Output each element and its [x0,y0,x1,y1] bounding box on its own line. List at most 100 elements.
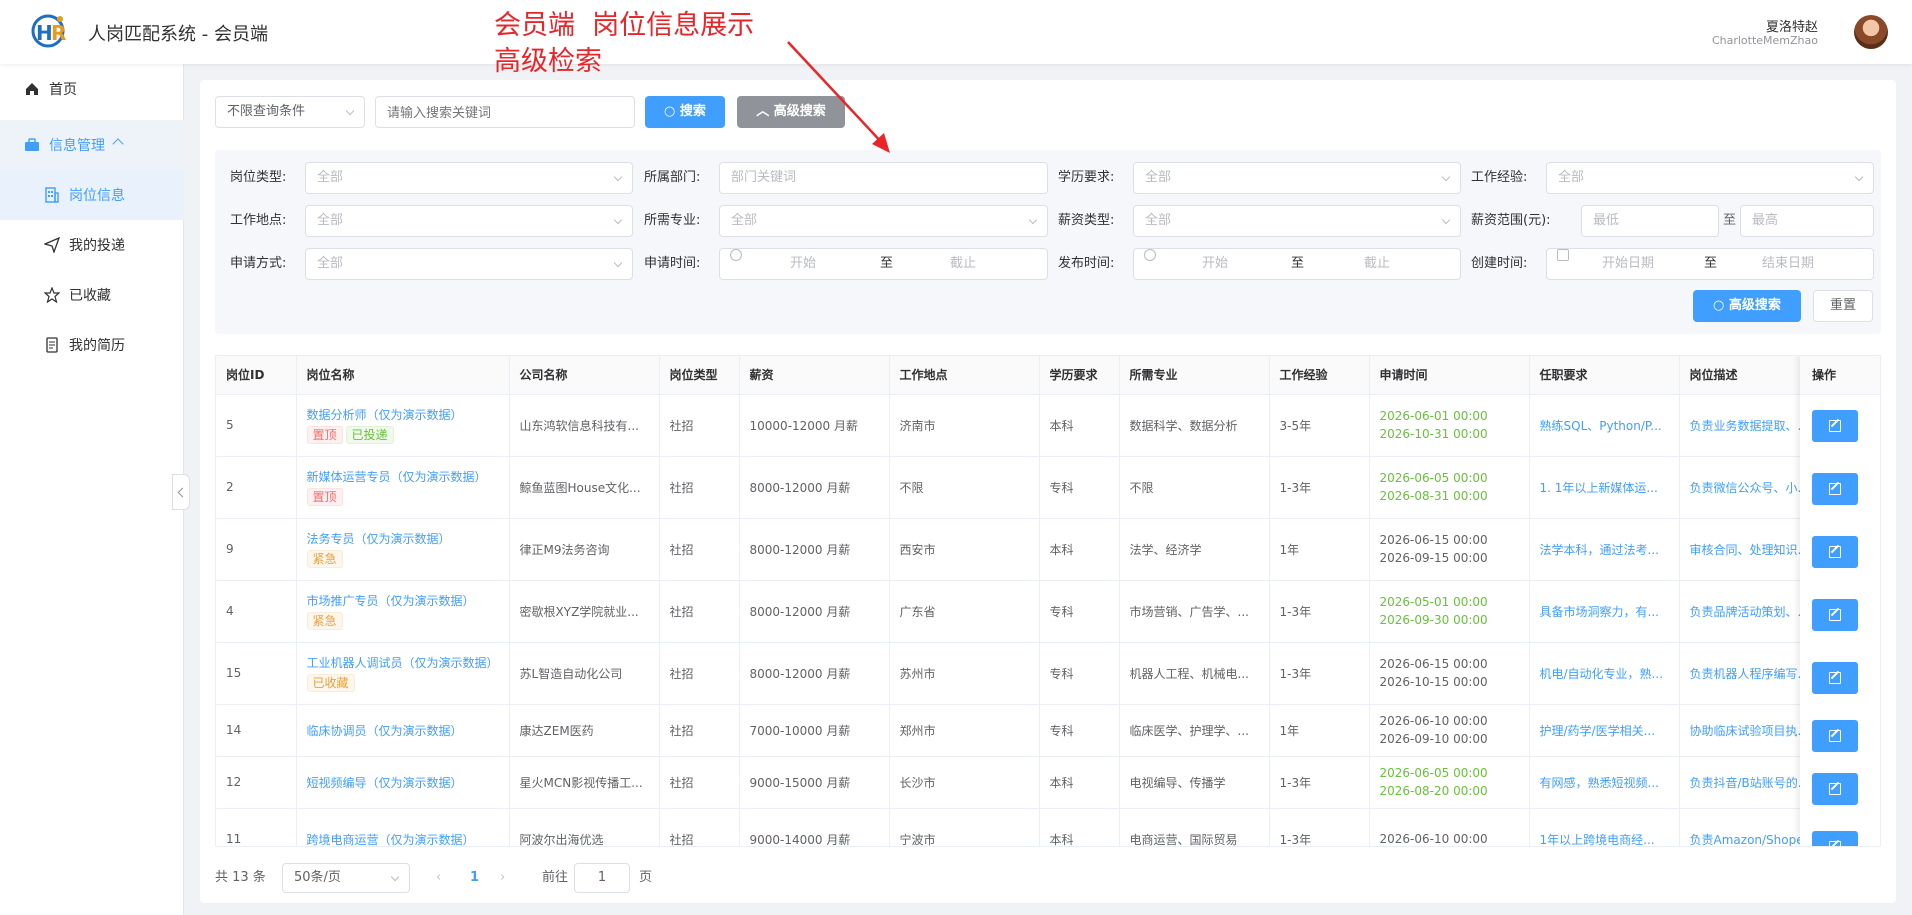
column-header: 学历要求 [1039,356,1120,395]
table-cell: 14 [216,704,297,757]
chevron-down-icon [345,106,355,116]
table-cell: 1-3年 [1269,456,1370,519]
app-title: 人岗匹配系统 - 会员端 [88,24,268,45]
goto-page-input[interactable]: 1 [574,863,630,893]
table-cell: 专科 [1039,704,1120,757]
edit-icon[interactable] [1812,599,1858,631]
table-row[interactable]: 14 临床协调员（仅为演示数据） 康达ZEM医药 社招 7000-10000 月薪 郑州市… [216,704,1827,757]
table-cell: 社招 [659,394,740,457]
department-input[interactable]: 部门关键词 [719,162,1048,194]
edit-icon[interactable] [1812,831,1858,846]
reset-button[interactable]: 重置 [1813,290,1873,322]
table-cell: 社招 [659,580,740,643]
status-badge: 置顶 [306,426,343,444]
salary-type-select[interactable]: 全部 [1133,205,1461,237]
next-page-icon[interactable]: › [500,863,505,893]
major-select[interactable]: 全部 [719,205,1048,237]
table-cell: 不限 [889,456,1040,519]
column-header: 岗位名称 [296,356,510,395]
job-name-link[interactable]: 短视频编导（仅为演示数据） [307,774,499,791]
table-row[interactable]: 11 跨境电商运营（仅为演示数据） 阿波尔出海优选 社招 9000-14000 月薪 宁波… [216,808,1827,847]
table-row[interactable]: 15 工业机器人调试员（仅为演示数据） 已收藏 苏L智造自动化公司 社招 8000-120… [216,642,1827,705]
job-type-select[interactable]: 全部 [305,162,633,194]
sidebar-collapse-button[interactable] [172,474,190,510]
user-account[interactable]: CharlotteMemZhao [1712,34,1818,47]
job-name-link[interactable]: 法务专员（仅为演示数据） [307,530,499,547]
job-name-link[interactable]: 跨境电商运营（仅为演示数据） [307,831,499,847]
job-name-link[interactable]: 工业机器人调试员（仅为演示数据） [307,654,499,671]
apply-method-select[interactable]: 全部 [305,248,633,280]
job-name-cell[interactable]: 新媒体运营专员（仅为演示数据） 置顶 [296,456,510,519]
table-cell: 星火MCN影视传播工... [509,756,660,809]
table-cell: 本科 [1039,394,1120,457]
prev-page-icon[interactable]: ‹ [436,863,441,893]
sidebar-group-info[interactable]: 信息管理 [0,120,184,170]
sidebar-item-favorites[interactable]: 已收藏 [0,270,184,320]
sidebar-item-home[interactable]: 首页 [0,64,184,114]
column-header: 公司名称 [509,356,660,395]
page-number-1[interactable]: 1 [470,863,479,893]
total-count: 共 13 条 [215,870,266,885]
job-name-cell[interactable]: 跨境电商运营（仅为演示数据） [296,808,510,847]
edit-icon[interactable] [1812,473,1858,505]
table-row[interactable]: 4 市场推广专员（仅为演示数据） 紧急 密歇根XYZ学院就业... 社招 8000-120… [216,580,1827,643]
table-cell: 长沙市 [889,756,1040,809]
table-cell: 11 [216,808,297,846]
table-row[interactable]: 9 法务专员（仅为演示数据） 紧急 律正M9法务咨询 社招 8000-12000 月薪 西安… [216,518,1827,581]
job-name-cell[interactable]: 临床协调员（仅为演示数据） [296,704,510,757]
red-annotation: 会员端 岗位信息展示 高级检索 [494,10,755,77]
location-select[interactable]: 全部 [305,205,633,237]
create-time-range[interactable]: 开始日期 至 结束日期 [1546,248,1874,280]
table-row[interactable]: 5 数据分析师（仅为演示数据） 置顶 已投递 山东鸿软信息科技有... 社招 10000-1… [216,394,1827,457]
table-cell: 电商运营、国际贸易 [1119,808,1270,846]
search-icon: ○ [1713,298,1729,313]
job-name-link[interactable]: 新媒体运营专员（仅为演示数据） [307,468,499,485]
clock-icon [1144,249,1156,261]
user-avatar[interactable] [1854,15,1888,49]
table-row[interactable]: 2 新媒体运营专员（仅为演示数据） 置顶 鲸鱼蓝图House文化... 社招 8000-1… [216,456,1827,519]
education-select[interactable]: 全部 [1133,162,1461,194]
table-cell: 专科 [1039,580,1120,643]
advanced-search-button[interactable]: ○ 高级搜索 [1693,290,1801,322]
chevron-up-icon: ︿ [756,104,774,119]
edit-icon[interactable] [1812,536,1858,568]
job-name-link[interactable]: 市场推广专员（仅为演示数据） [307,592,499,609]
edit-icon[interactable] [1812,662,1858,694]
column-header: 所需专业 [1119,356,1270,395]
job-name-link[interactable]: 临床协调员（仅为演示数据） [307,722,499,739]
publish-time-range[interactable]: 开始 至 截止 [1133,248,1461,280]
table-cell: 山东鸿软信息科技有... [509,394,660,457]
job-name-link[interactable]: 数据分析师（仅为演示数据） [307,406,499,423]
sidebar-item-my-applications[interactable]: 我的投递 [0,220,184,270]
edit-icon[interactable] [1812,773,1858,805]
job-name-cell[interactable]: 市场推广专员（仅为演示数据） 紧急 [296,580,510,643]
chevron-down-icon [1854,172,1864,182]
table-row[interactable]: 12 短视频编导（仅为演示数据） 星火MCN影视传播工... 社招 9000-15000… [216,756,1827,809]
sidebar-item-my-resume[interactable]: 我的简历 [0,320,184,370]
job-name-cell[interactable]: 法务专员（仅为演示数据） 紧急 [296,518,510,581]
experience-select[interactable]: 全部 [1546,162,1874,194]
condition-select[interactable]: 不限查询条件 [215,96,365,128]
apply-time-range[interactable]: 开始 至 截止 [719,248,1048,280]
user-name[interactable]: 夏洛特赵 [1766,16,1818,35]
table-cell: 数据科学、数据分析 [1119,394,1270,457]
table-cell: 5 [216,394,297,457]
search-button[interactable]: ○ 搜索 [645,96,725,128]
table-cell: 康达ZEM医药 [509,704,660,757]
sidebar-item-job-info[interactable]: 岗位信息 [0,170,184,220]
edit-icon[interactable] [1812,720,1858,752]
page-size-select[interactable]: 50条/页 [282,863,410,893]
clock-icon [730,249,742,261]
job-name-cell[interactable]: 数据分析师（仅为演示数据） 置顶 已投递 [296,394,510,457]
job-name-cell[interactable]: 工业机器人调试员（仅为演示数据） 已收藏 [296,642,510,705]
table-cell: 9000-15000 月薪 [739,756,890,809]
table-cell: 9000-14000 月薪 [739,808,890,846]
salary-min-input[interactable]: 最低 [1581,205,1719,237]
table-cell: 本科 [1039,756,1120,809]
search-input[interactable] [375,96,635,128]
table-cell: 社招 [659,642,740,705]
edit-icon[interactable] [1812,410,1858,442]
table-cell: 9 [216,518,297,581]
salary-max-input[interactable]: 最高 [1740,205,1874,237]
job-name-cell[interactable]: 短视频编导（仅为演示数据） [296,756,510,809]
